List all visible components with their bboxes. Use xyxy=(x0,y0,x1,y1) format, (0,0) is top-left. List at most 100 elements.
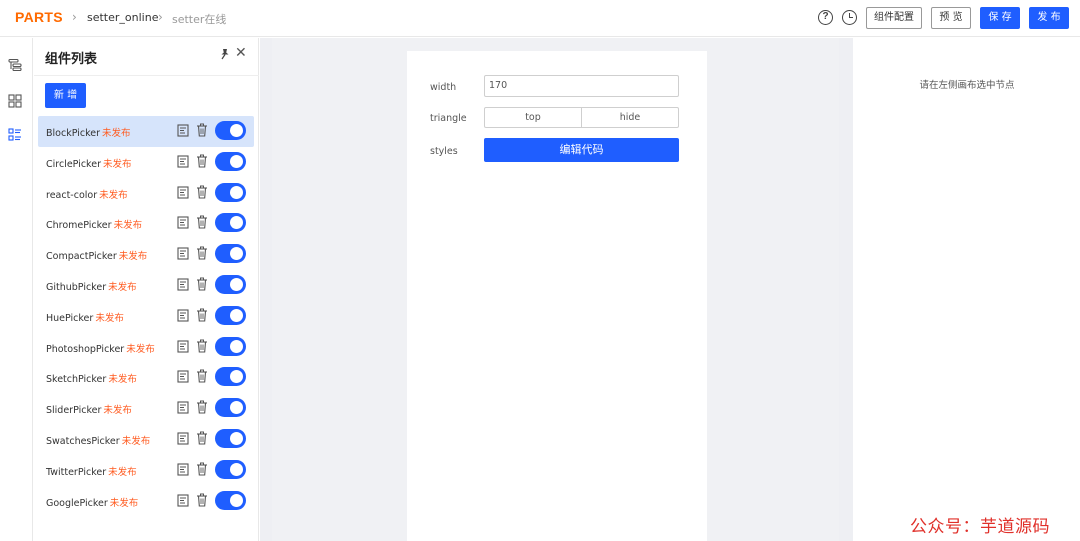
parts-logo[interactable]: PARTS xyxy=(15,9,63,25)
triangle-label: triangle xyxy=(430,113,467,124)
help-circle-icon[interactable]: ? xyxy=(818,10,833,25)
edit-doc-icon[interactable] xyxy=(177,401,189,414)
publish-toggle[interactable] xyxy=(215,182,246,202)
publish-toggle[interactable] xyxy=(215,398,246,418)
component-name: ChromePicker 未发布 xyxy=(46,220,143,232)
status-badge: 未发布 xyxy=(109,497,139,509)
trash-icon[interactable] xyxy=(196,493,208,507)
component-name: GithubPicker 未发布 xyxy=(46,281,137,293)
pin-icon[interactable] xyxy=(219,48,231,60)
edit-doc-icon[interactable] xyxy=(177,216,189,229)
edit-doc-icon[interactable] xyxy=(177,340,189,353)
component-list-icon[interactable] xyxy=(8,128,22,142)
component-row[interactable]: react-color 未发布 xyxy=(38,178,254,209)
publish-toggle[interactable] xyxy=(215,305,246,325)
publish-toggle[interactable] xyxy=(215,151,246,171)
status-badge: 未发布 xyxy=(95,312,124,324)
component-row[interactable]: CirclePicker 未发布 xyxy=(38,147,254,178)
edit-doc-icon[interactable] xyxy=(177,155,189,168)
component-row[interactable]: HuePicker 未发布 xyxy=(38,301,254,332)
edit-doc-icon[interactable] xyxy=(177,124,189,137)
status-badge: 未发布 xyxy=(103,405,132,417)
edit-doc-icon[interactable] xyxy=(177,463,189,476)
save-button[interactable]: 保 存 xyxy=(980,7,1020,29)
component-name: CirclePicker 未发布 xyxy=(46,158,132,170)
status-badge: 未发布 xyxy=(102,158,132,170)
edit-doc-icon[interactable] xyxy=(177,432,189,445)
properties-panel: 请在左侧画布选中节点 xyxy=(854,38,1080,541)
trash-icon[interactable] xyxy=(196,185,208,199)
edit-doc-icon[interactable] xyxy=(177,247,189,260)
component-name: TwitterPicker 未发布 xyxy=(46,466,137,478)
component-row[interactable]: CompactPicker 未发布 xyxy=(38,239,254,270)
trash-icon[interactable] xyxy=(196,154,208,168)
trash-icon[interactable] xyxy=(196,308,208,322)
left-icon-rail xyxy=(0,38,33,541)
component-row[interactable]: ChromePicker 未发布 xyxy=(38,208,254,239)
add-component-button[interactable]: 新 增 xyxy=(45,83,86,108)
component-row[interactable]: GooglePicker 未发布 xyxy=(38,486,254,517)
trash-icon[interactable] xyxy=(196,400,208,414)
publish-toggle[interactable] xyxy=(215,274,246,294)
component-row[interactable]: BlockPicker 未发布 xyxy=(38,116,254,147)
component-grid-icon[interactable] xyxy=(8,94,22,108)
component-row[interactable]: PhotoshopPicker 未发布 xyxy=(38,332,254,363)
publish-toggle[interactable] xyxy=(215,336,246,356)
trash-icon[interactable] xyxy=(196,369,208,383)
width-label: width xyxy=(430,82,457,93)
breadcrumb-page[interactable]: setter在线 xyxy=(172,11,226,27)
outline-tree-icon[interactable] xyxy=(8,58,22,72)
triangle-option-top[interactable]: top xyxy=(485,108,581,127)
trash-icon[interactable] xyxy=(196,277,208,291)
trash-icon[interactable] xyxy=(196,246,208,260)
component-name: BlockPicker 未发布 xyxy=(46,128,131,139)
component-list: BlockPicker 未发布 CirclePicker 未发布 react-color… xyxy=(38,116,254,516)
status-badge: 未发布 xyxy=(113,220,143,232)
component-row[interactable]: SketchPicker 未发布 xyxy=(38,362,254,393)
triangle-segmented-control: top hide xyxy=(484,107,679,128)
trash-icon[interactable] xyxy=(196,339,208,353)
trash-icon[interactable] xyxy=(196,431,208,445)
publish-toggle[interactable] xyxy=(215,428,246,448)
component-row[interactable]: SliderPicker 未发布 xyxy=(38,393,254,424)
component-row[interactable]: TwitterPicker 未发布 xyxy=(38,455,254,486)
watermark: 公众号：芋道源码 xyxy=(910,517,1050,537)
breadcrumb-separator-icon: › xyxy=(158,10,163,24)
triangle-option-hide[interactable]: hide xyxy=(581,108,678,127)
component-name: SketchPicker 未发布 xyxy=(46,374,137,386)
edit-doc-icon[interactable] xyxy=(177,494,189,507)
breadcrumb-project[interactable]: setter_online xyxy=(87,11,158,24)
status-badge: 未发布 xyxy=(108,466,137,478)
publish-toggle[interactable] xyxy=(215,459,246,479)
status-badge: 未发布 xyxy=(126,343,155,355)
component-row[interactable]: GithubPicker 未发布 xyxy=(38,270,254,301)
status-badge: 未发布 xyxy=(99,189,128,201)
trash-icon[interactable] xyxy=(196,123,208,137)
status-badge: 未发布 xyxy=(108,374,137,386)
styles-label: styles xyxy=(430,146,458,157)
status-badge: 未发布 xyxy=(121,435,151,447)
publish-toggle[interactable] xyxy=(215,213,246,233)
publish-button[interactable]: 发 布 xyxy=(1029,7,1069,29)
edit-doc-icon[interactable] xyxy=(177,278,189,291)
close-icon[interactable]: ✕ xyxy=(235,46,247,60)
component-list-panel: 组件列表 ✕ 新 增 BlockPicker 未发布 CirclePicker 未发布… xyxy=(34,38,259,541)
component-row[interactable]: SwatchesPicker 未发布 xyxy=(38,424,254,455)
edit-code-button[interactable]: 编辑代码 xyxy=(484,138,679,162)
clock-icon[interactable] xyxy=(842,10,857,25)
publish-toggle[interactable] xyxy=(215,490,246,510)
empty-selection-hint: 请在左侧画布选中节点 xyxy=(919,80,1015,91)
edit-doc-icon[interactable] xyxy=(177,370,189,383)
publish-toggle[interactable] xyxy=(215,121,246,140)
preview-button[interactable]: 预 览 xyxy=(931,7,971,29)
trash-icon[interactable] xyxy=(196,462,208,476)
panel-title: 组件列表 xyxy=(45,52,98,67)
edit-doc-icon[interactable] xyxy=(177,309,189,322)
component-config-button[interactable]: 组件配置 xyxy=(866,7,922,29)
edit-doc-icon[interactable] xyxy=(177,186,189,199)
trash-icon[interactable] xyxy=(196,215,208,229)
publish-toggle[interactable] xyxy=(215,244,246,264)
publish-toggle[interactable] xyxy=(215,367,246,387)
component-name: SwatchesPicker 未发布 xyxy=(46,435,151,447)
width-input[interactable]: 170 xyxy=(484,75,679,97)
